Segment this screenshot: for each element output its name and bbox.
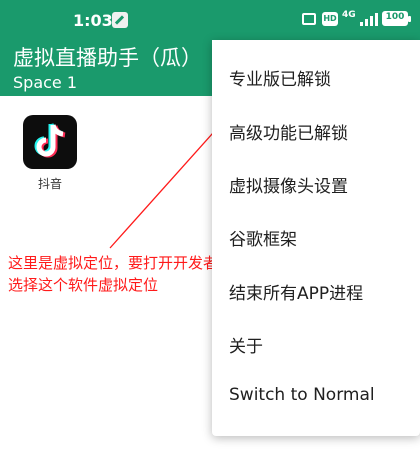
signal-icon xyxy=(360,12,378,26)
app-title: 虚拟直播助手（瓜） xyxy=(13,46,202,70)
menu-item-switch-to-normal[interactable]: Switch to Normal xyxy=(229,385,375,405)
wrench-icon xyxy=(112,12,128,28)
app-label: 抖音 xyxy=(37,177,62,191)
menu-item-google-framework[interactable]: 谷歌框架 xyxy=(229,225,297,250)
menu-item-kill-all-apps[interactable]: 结束所有APP进程 xyxy=(229,279,363,304)
hd-badge: HD xyxy=(322,12,338,26)
vibrate-icon xyxy=(302,13,316,25)
menu-item-virtual-camera-settings[interactable]: 虚拟摄像头设置 xyxy=(229,172,348,197)
menu-item-pro-unlocked[interactable]: 专业版已解锁 xyxy=(229,65,331,90)
tiktok-icon[interactable] xyxy=(23,115,77,169)
network-type: 4G xyxy=(342,10,356,20)
status-bar: 1:03 HD 4G 100 xyxy=(0,0,420,40)
menu-item-advanced-unlocked[interactable]: 高级功能已解锁 xyxy=(229,119,348,144)
space-name[interactable]: Space 1 xyxy=(13,73,77,92)
battery-icon: 100 xyxy=(382,11,411,26)
app-tile-douyin[interactable]: 抖音 xyxy=(20,115,80,192)
battery-level: 100 xyxy=(385,12,405,22)
annotation-text-line2: 选择这个软件虚拟定位 xyxy=(8,276,159,294)
status-time: 1:03 xyxy=(73,11,113,30)
menu-item-about[interactable]: 关于 xyxy=(229,332,263,357)
overflow-menu: 专业版已解锁 高级功能已解锁 虚拟摄像头设置 谷歌框架 结束所有APP进程 关于… xyxy=(212,40,420,436)
